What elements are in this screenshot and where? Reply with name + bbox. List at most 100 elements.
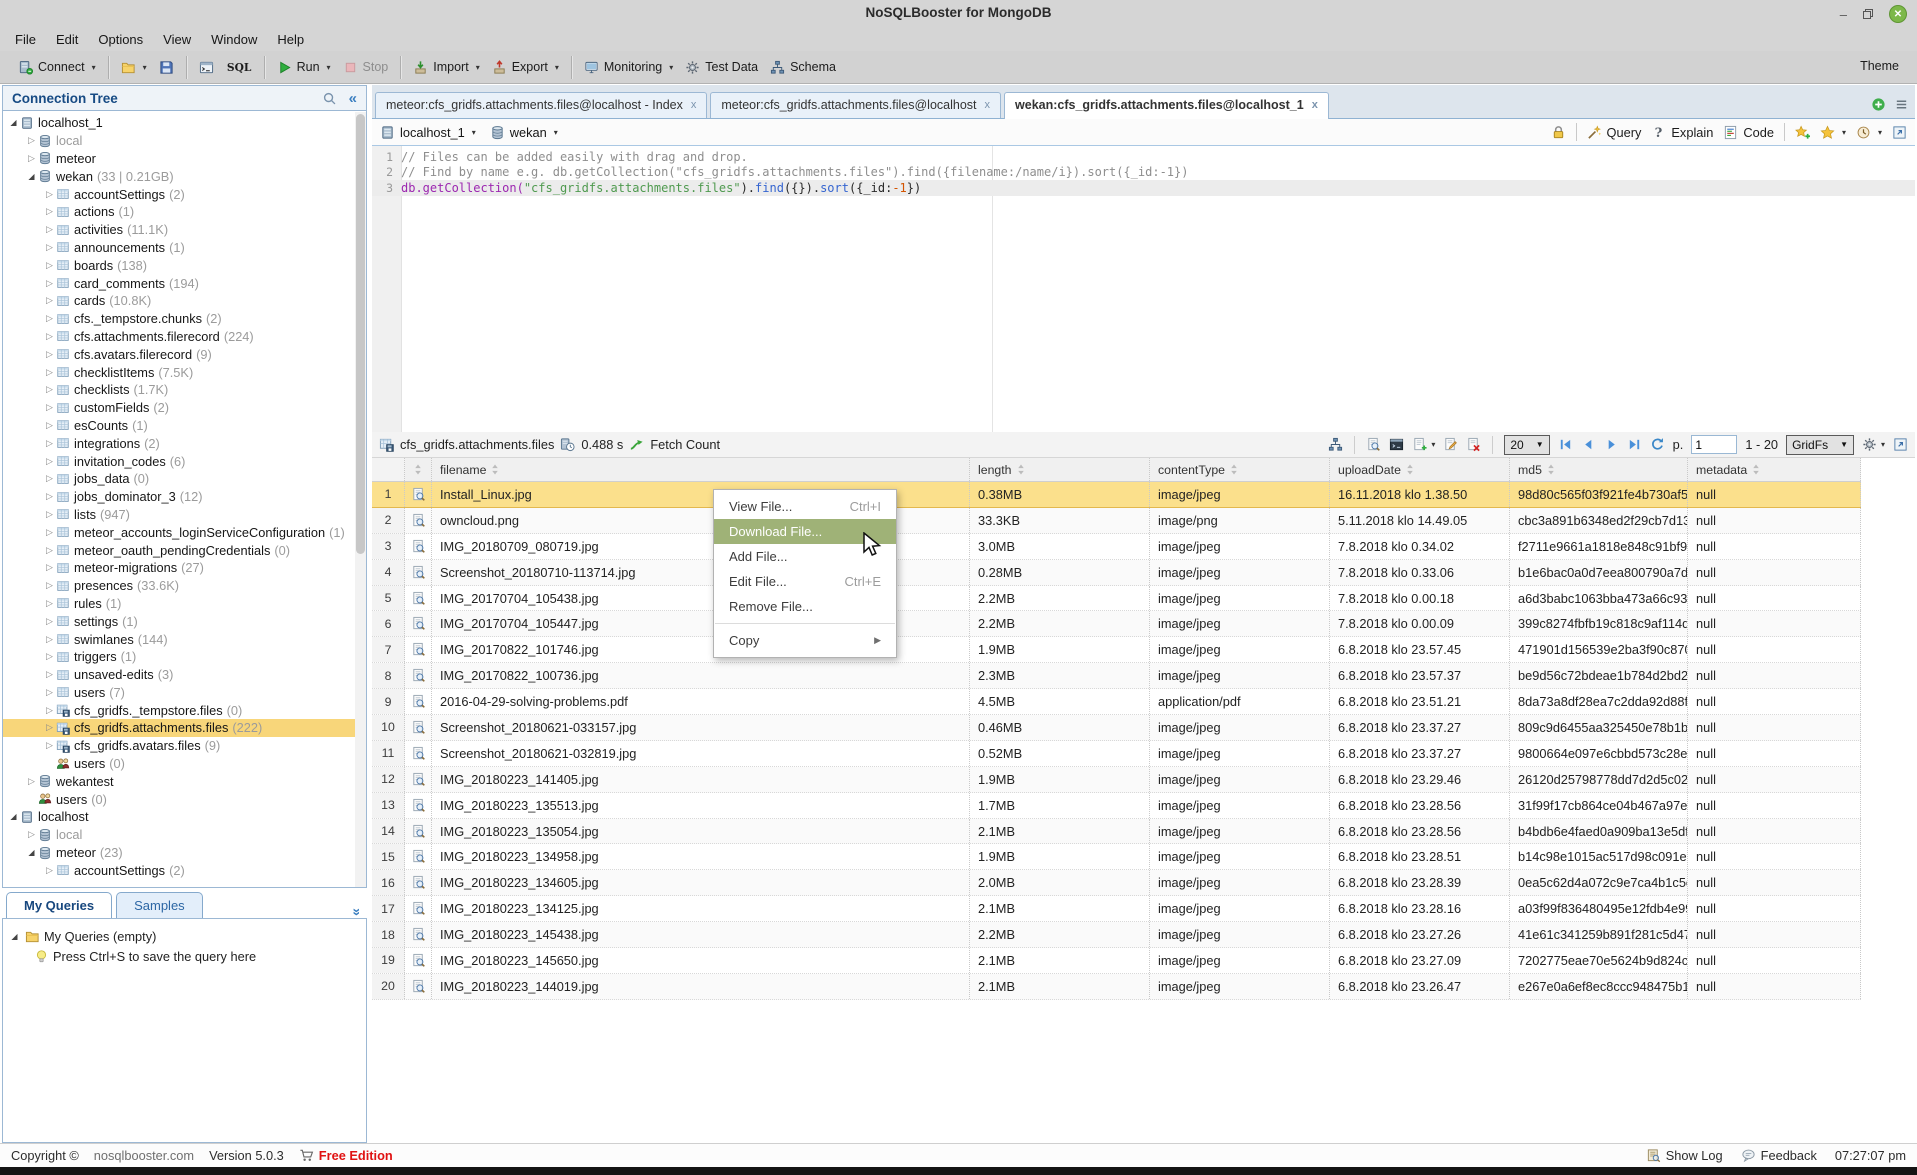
code-editor[interactable]: 1// Files can be added easily with drag … (372, 146, 1915, 432)
preview-file-cell[interactable] (405, 870, 432, 895)
tree-item-presences[interactable]: ▷presences(33.6K) (3, 577, 366, 595)
tree-item-accountsettings[interactable]: ▷accountSettings(2) (3, 861, 366, 879)
add-document-button[interactable]: ▾ (1412, 437, 1435, 452)
table-row-17[interactable]: 17IMG_20180223_134125.jpg2.1MBimage/jpeg… (372, 896, 1861, 922)
preview-file-cell[interactable] (405, 793, 432, 818)
breadcrumb-localhost-1[interactable]: localhost_1▾ (380, 125, 476, 140)
tree-item-meteor[interactable]: ▷meteor (3, 150, 366, 168)
collapsed-arrow-icon[interactable]: ▷ (43, 527, 56, 538)
tree-item-rules[interactable]: ▷rules(1) (3, 595, 366, 613)
tree-item-cfs-gridfs-avatars-files[interactable]: ▷cfs_gridfs.avatars.files(9) (3, 737, 366, 755)
preview-file-cell[interactable] (405, 896, 432, 921)
first-page-button[interactable] (1558, 437, 1573, 452)
collapsed-arrow-icon[interactable]: ▷ (43, 260, 56, 271)
tree-item-jobs-data[interactable]: ▷jobs_data(0) (3, 470, 366, 488)
collapsed-arrow-icon[interactable]: ▷ (43, 349, 56, 360)
code-button[interactable]: Code (1723, 125, 1774, 140)
tree-item-cfs-gridfs-tempstore-files[interactable]: ▷cfs_gridfs._tempstore.files(0) (3, 701, 366, 719)
stop-button[interactable]: Stop (340, 57, 392, 78)
tree-item-cfs-avatars-filerecord[interactable]: ▷cfs.avatars.filerecord(9) (3, 345, 366, 363)
table-row-19[interactable]: 19IMG_20180223_145650.jpg2.1MBimage/jpeg… (372, 948, 1861, 974)
table-row-16[interactable]: 16IMG_20180223_134605.jpg2.0MBimage/jpeg… (372, 870, 1861, 896)
tree-item-local[interactable]: ▷local (3, 132, 366, 150)
expanded-arrow-icon[interactable]: ◢ (25, 848, 38, 857)
tree-scrollbar-thumb[interactable] (356, 114, 365, 554)
collapsed-arrow-icon[interactable]: ▷ (43, 705, 56, 716)
last-page-button[interactable] (1627, 437, 1642, 452)
tree-item-jobs-dominator-3[interactable]: ▷jobs_dominator_3(12) (3, 488, 366, 506)
editor-line-2[interactable]: 2// Find by name e.g. db.getCollection("… (372, 165, 1915, 181)
collapse-sidebar-icon[interactable]: « (349, 90, 357, 107)
collapsed-arrow-icon[interactable]: ▷ (43, 562, 56, 573)
collapsed-arrow-icon[interactable]: ▷ (43, 331, 56, 342)
tree-item-cfs-gridfs-attachments-files[interactable]: ▷cfs_gridfs.attachments.files(222) (3, 719, 366, 737)
tab-meteor-cfs-gridfs-attachments-files-localhost[interactable]: meteor:cfs_gridfs.attachments.files@loca… (710, 92, 1001, 118)
page-size-select[interactable]: 20▼ (1504, 435, 1549, 455)
preview-file-cell[interactable] (405, 922, 432, 947)
tree-item-localhost-1[interactable]: ◢localhost_1 (3, 114, 366, 132)
schema-view-button[interactable] (1328, 437, 1343, 452)
tree-item-meteor-oauth-pendingcredentials[interactable]: ▷meteor_oauth_pendingCredentials(0) (3, 541, 366, 559)
view-mode-select[interactable]: GridFs▼ (1786, 435, 1854, 455)
tree-item-activities[interactable]: ▷activities(11.1K) (3, 221, 366, 239)
run-button[interactable]: Run▾ (274, 57, 334, 78)
tree-item-meteor-accounts-loginserviceconfiguration[interactable]: ▷meteor_accounts_loginServiceConfigurati… (3, 523, 366, 541)
tree-item-meteor[interactable]: ◢meteor(23) (3, 844, 366, 862)
tree-item-wekantest[interactable]: ▷wekantest (3, 772, 366, 790)
collapsed-arrow-icon[interactable]: ▷ (43, 491, 56, 502)
collapsed-arrow-icon[interactable]: ▷ (25, 153, 38, 164)
collapsed-arrow-icon[interactable]: ▷ (43, 616, 56, 627)
preview-file-cell[interactable] (405, 689, 432, 714)
tree-item-localhost[interactable]: ◢localhost (3, 808, 366, 826)
export-button[interactable]: Export▾ (489, 57, 562, 78)
collapsed-arrow-icon[interactable]: ▷ (43, 598, 56, 609)
preview-file-cell[interactable] (405, 819, 432, 844)
column-header-filename[interactable]: filename (432, 458, 970, 481)
tree-item-settings[interactable]: ▷settings(1) (3, 612, 366, 630)
collapsed-arrow-icon[interactable]: ▷ (43, 206, 56, 217)
collapsed-arrow-icon[interactable]: ▷ (43, 189, 56, 200)
preview-file-cell[interactable] (405, 974, 432, 999)
folder-button[interactable]: ▾ (118, 57, 150, 78)
breadcrumb-wekan[interactable]: wekan▾ (490, 125, 558, 140)
tree-item-invitation-codes[interactable]: ▷invitation_codes(6) (3, 452, 366, 470)
tree-item-triggers[interactable]: ▷triggers(1) (3, 648, 366, 666)
explain-button[interactable]: ?Explain (1651, 125, 1713, 140)
preview-file-cell[interactable] (405, 560, 432, 585)
collapsed-arrow-icon[interactable]: ▷ (25, 135, 38, 146)
query-button[interactable]: Query (1587, 125, 1642, 140)
collapsed-arrow-icon[interactable]: ▷ (43, 402, 56, 413)
tree-item-unsaved-edits[interactable]: ▷unsaved-edits(3) (3, 666, 366, 684)
table-row-18[interactable]: 18IMG_20180223_145438.jpg2.2MBimage/jpeg… (372, 922, 1861, 948)
table-row-10[interactable]: 10Screenshot_20180621-033157.jpg0.46MBim… (372, 715, 1861, 741)
table-row-4[interactable]: 4Screenshot_20180710-113714.jpg0.28MBima… (372, 560, 1861, 586)
favorites-button[interactable]: ▾ (1820, 125, 1846, 140)
new-tab-button[interactable] (1871, 97, 1886, 112)
schema-button[interactable]: Schema (767, 57, 839, 78)
tree-item-announcements[interactable]: ▷announcements(1) (3, 239, 366, 257)
console-view-button[interactable] (1389, 437, 1404, 452)
preview-file-cell[interactable] (405, 508, 432, 533)
preview-file-cell[interactable] (405, 948, 432, 973)
tree-item-meteor-migrations[interactable]: ▷meteor-migrations(27) (3, 559, 366, 577)
preview-file-cell[interactable] (405, 741, 432, 766)
table-row-5[interactable]: 5IMG_20170704_105438.jpg2.2MBimage/jpeg7… (372, 586, 1861, 612)
table-row-12[interactable]: 12IMG_20180223_141405.jpg1.9MBimage/jpeg… (372, 767, 1861, 793)
preview-file-cell[interactable] (405, 534, 432, 559)
table-row-1[interactable]: 1Install_Linux.jpg0.38MBimage/jpeg16.11.… (372, 482, 1861, 508)
previous-page-button[interactable] (1581, 437, 1596, 452)
collapsed-arrow-icon[interactable]: ▷ (43, 420, 56, 431)
query-history-button[interactable]: ▾ (1856, 125, 1882, 140)
tree-item-accountsettings[interactable]: ▷accountSettings(2) (3, 185, 366, 203)
table-row-15[interactable]: 15IMG_20180223_134958.jpg1.9MBimage/jpeg… (372, 844, 1861, 870)
tree-item-users[interactable]: ▷users(7) (3, 684, 366, 702)
expanded-arrow-icon[interactable]: ◢ (8, 932, 21, 941)
preview-file-cell[interactable] (405, 844, 432, 869)
context-item-copy[interactable]: Copy▶ (714, 628, 896, 653)
view-document-button[interactable] (1366, 437, 1381, 452)
edit-document-button[interactable] (1443, 437, 1458, 452)
collapsed-arrow-icon[interactable]: ▷ (43, 580, 56, 591)
terminal-button[interactable] (196, 57, 217, 78)
tab-my-queries[interactable]: My Queries (6, 892, 112, 918)
table-row-9[interactable]: 92016-04-29-solving-problems.pdf4.5MBapp… (372, 689, 1861, 715)
